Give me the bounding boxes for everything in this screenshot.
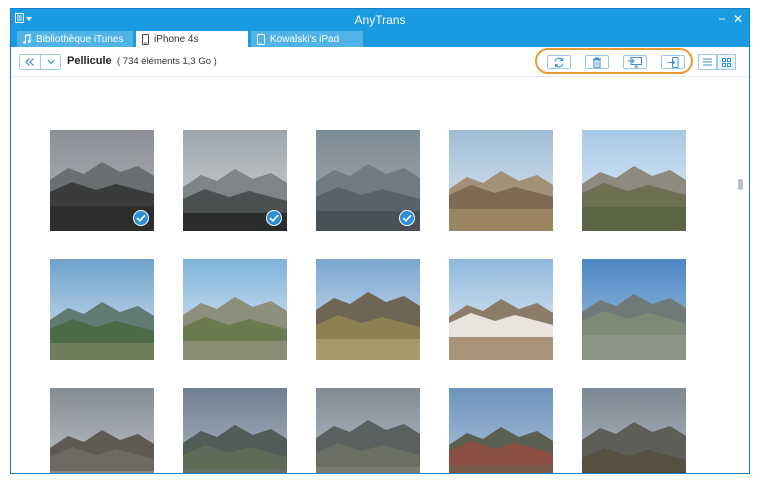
refresh-button[interactable]: [547, 55, 571, 69]
close-button[interactable]: ✕: [731, 11, 745, 29]
grid-view-button[interactable]: [717, 54, 736, 70]
ipad-icon: [257, 33, 265, 45]
chevron-down-icon: [46, 59, 55, 65]
list-icon: [703, 58, 712, 66]
tab-label: Bibliothèque iTunes: [36, 33, 124, 45]
photo-thumbnail[interactable]: [582, 130, 686, 231]
to-computer-icon: [628, 56, 642, 67]
music-note-icon: [23, 34, 31, 44]
refresh-icon: [554, 57, 564, 67]
photo-thumbnail[interactable]: [582, 388, 686, 473]
grid-icon: [722, 57, 731, 67]
selected-check-icon[interactable]: [399, 210, 415, 226]
double-chevron-left-icon: [25, 58, 34, 66]
title-bar: AnyTrans − ✕: [11, 9, 749, 31]
photo-thumbnail[interactable]: [50, 130, 154, 231]
photo-image: [582, 259, 686, 360]
window-title: AnyTrans: [354, 13, 406, 27]
selected-check-icon[interactable]: [133, 210, 149, 226]
trash-icon: [593, 57, 601, 68]
delete-button[interactable]: [585, 55, 609, 69]
photo-image: [449, 259, 553, 360]
photo-image: [582, 130, 686, 231]
photo-image: [50, 259, 154, 360]
window-controls: − ✕: [713, 11, 745, 29]
photo-thumbnail[interactable]: [316, 130, 420, 231]
page-title: Pellicule: [67, 55, 112, 67]
photo-thumbnail[interactable]: [183, 130, 287, 231]
photo-image: [449, 388, 553, 473]
selected-check-icon[interactable]: [266, 210, 282, 226]
device-tabs: Bibliothèque iTunes iPhone 4s Kowalski's…: [17, 31, 366, 47]
app-window: AnyTrans − ✕ Bibliothèque iTunes iPhone …: [10, 8, 750, 474]
list-view-button[interactable]: [698, 54, 717, 70]
photo-thumbnail[interactable]: [582, 259, 686, 360]
scrollbar-thumb[interactable]: [738, 179, 743, 190]
tab-itunes-library[interactable]: Bibliothèque iTunes: [17, 31, 133, 47]
photo-thumbnail[interactable]: [449, 130, 553, 231]
photo-thumbnail[interactable]: [449, 388, 553, 473]
main-content: Pellicule ( 734 éléments 1,3 Go ): [11, 47, 749, 473]
photo-image: [449, 130, 553, 231]
tab-label: Kowalski's iPad: [270, 33, 340, 45]
toolbar: Pellicule ( 734 éléments 1,3 Go ): [11, 47, 749, 77]
tab-label: iPhone 4s: [154, 33, 199, 45]
iphone-icon: [142, 33, 149, 45]
to-computer-button[interactable]: [623, 55, 647, 69]
action-button-group: [535, 48, 693, 74]
tab-ipad[interactable]: Kowalski's iPad: [251, 31, 363, 47]
minimize-button[interactable]: −: [715, 11, 729, 29]
to-device-button[interactable]: [661, 55, 685, 69]
dropdown-button[interactable]: [40, 55, 60, 69]
tab-iphone[interactable]: iPhone 4s: [136, 31, 248, 47]
photo-image: [183, 259, 287, 360]
to-device-icon: [667, 56, 679, 68]
photo-image: [50, 388, 154, 473]
photo-thumbnail[interactable]: [50, 259, 154, 360]
photo-grid: [11, 78, 749, 473]
photo-thumbnail[interactable]: [183, 259, 287, 360]
photo-thumbnail[interactable]: [50, 388, 154, 473]
photo-image: [582, 388, 686, 473]
item-count: ( 734 éléments 1,3 Go ): [117, 56, 217, 67]
photo-image: [316, 259, 420, 360]
back-button[interactable]: [20, 55, 40, 69]
photo-thumbnail[interactable]: [316, 259, 420, 360]
photo-thumbnail[interactable]: [449, 259, 553, 360]
photo-thumbnail[interactable]: [183, 388, 287, 473]
photo-thumbnail[interactable]: [316, 388, 420, 473]
photo-image: [316, 388, 420, 473]
navigation-buttons: [19, 54, 61, 70]
photo-image: [183, 388, 287, 473]
